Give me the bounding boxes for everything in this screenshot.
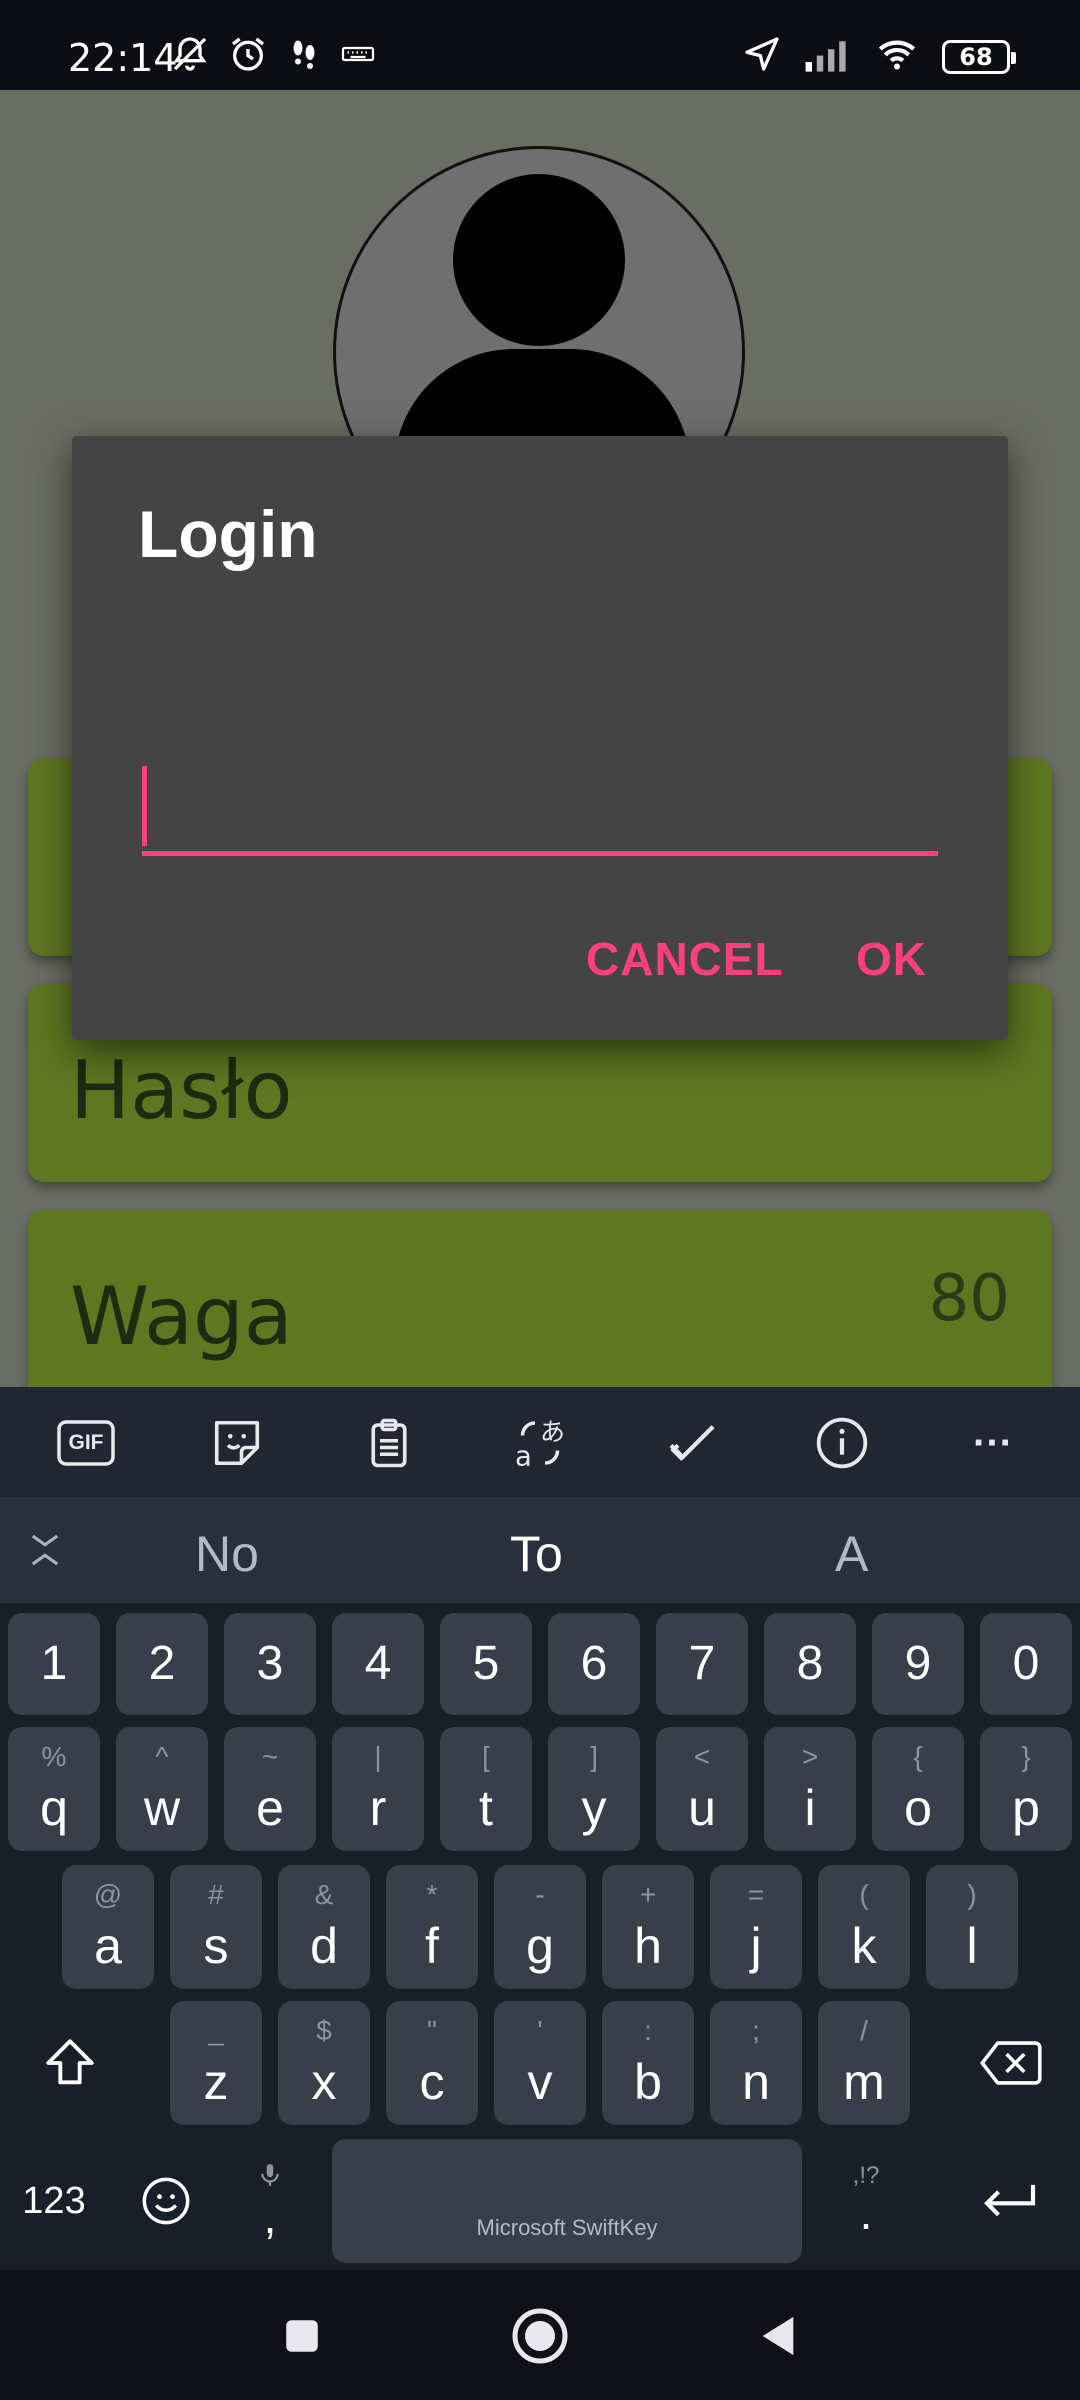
keyboard: GIF aあ ··· No To A 1 2 3 4 5 6 7 8 9 0 %… (0, 1387, 1080, 2270)
key-0[interactable]: 0 (980, 1613, 1072, 1715)
login-dialog: Login CANCEL OK (72, 436, 1008, 1040)
location-icon (742, 34, 782, 79)
key-y[interactable]: ] y (548, 1727, 640, 1851)
footsteps-icon (286, 34, 322, 79)
weight-value: 80 (928, 1262, 1010, 1336)
key-1[interactable]: 1 (8, 1613, 100, 1715)
recents-icon[interactable] (272, 2306, 332, 2366)
svg-text:a: a (515, 1441, 532, 1473)
emoji-icon[interactable] (126, 2139, 206, 2263)
key-4[interactable]: 4 (332, 1613, 424, 1715)
weight-label: Waga (70, 1270, 293, 1363)
key-o[interactable]: {o (872, 1727, 964, 1851)
key-a[interactable]: @ a (62, 1865, 154, 1989)
keyboard-icon (340, 34, 376, 79)
key-g[interactable]: -g (494, 1865, 586, 1989)
suggestion-3[interactable]: A (835, 1525, 868, 1583)
period-key[interactable]: ,!? . (826, 2139, 906, 2263)
key-h[interactable]: + h (602, 1865, 694, 1989)
comma-key[interactable]: , (230, 2139, 310, 2263)
key-i[interactable]: > i (764, 1727, 856, 1851)
translate-icon[interactable]: aあ (510, 1413, 570, 1473)
space-label: Microsoft SwiftKey (476, 2215, 658, 2240)
key-e[interactable]: ~ e (224, 1727, 316, 1851)
key-2[interactable]: 2 (116, 1613, 208, 1715)
comma-label: , (263, 2190, 277, 2243)
key-f[interactable]: * f (386, 1865, 478, 1989)
key-w[interactable]: ^ w (116, 1727, 208, 1851)
bell-off-icon (170, 34, 210, 79)
shift-icon[interactable] (30, 2001, 110, 2125)
battery-level: 68 (959, 42, 993, 71)
home-icon[interactable] (510, 2306, 570, 2366)
key-n[interactable]: ; n (710, 2001, 802, 2125)
cancel-button[interactable]: CANCEL (586, 932, 784, 986)
key-7[interactable]: 7 (656, 1613, 748, 1715)
keyboard-toolbar: GIF aあ ··· (0, 1387, 1080, 1497)
key-j[interactable]: = j (710, 1865, 802, 1989)
key-l[interactable]: ) l (926, 1865, 1018, 1989)
suggestion-2[interactable]: To (510, 1525, 563, 1583)
more-icon[interactable]: ··· (963, 1413, 1023, 1473)
battery-icon: 68 (942, 39, 1016, 74)
numbers-key[interactable]: 123 (14, 2139, 94, 2263)
key-p[interactable]: } p (980, 1727, 1072, 1851)
key-5[interactable]: 5 (440, 1613, 532, 1715)
enter-icon[interactable] (960, 2139, 1060, 2263)
key-3[interactable]: 3 (224, 1613, 316, 1715)
key-8[interactable]: 8 (764, 1613, 856, 1715)
status-bar: 22:14 68 (0, 0, 1080, 90)
back-icon[interactable] (748, 2306, 808, 2366)
key-6[interactable]: 6 (548, 1613, 640, 1715)
key-d[interactable]: & d (278, 1865, 370, 1989)
clipboard-icon[interactable] (359, 1413, 419, 1473)
key-b[interactable]: :b (602, 2001, 694, 2125)
key-c[interactable]: " c (386, 2001, 478, 2125)
gif-label: GIF (68, 1431, 104, 1454)
navigation-bar (0, 2270, 1080, 2400)
key-v[interactable]: ' v (494, 2001, 586, 2125)
period-label: . (859, 2187, 873, 2239)
key-9[interactable]: 9 (872, 1613, 964, 1715)
collapse-icon[interactable] (24, 1527, 66, 1578)
ok-button[interactable]: OK (856, 932, 927, 986)
status-time: 22:14 (68, 36, 178, 80)
info-icon[interactable] (812, 1413, 872, 1473)
suggestion-1[interactable]: No (195, 1525, 259, 1583)
key-q[interactable]: % q (8, 1727, 100, 1851)
key-s[interactable]: # s (170, 1865, 262, 1989)
password-label: Hasło (70, 1044, 293, 1137)
key-r[interactable]: | r (332, 1727, 424, 1851)
login-input[interactable] (142, 758, 938, 856)
key-u[interactable]: < u (656, 1727, 748, 1851)
weight-card[interactable]: Waga 80 (28, 1210, 1052, 1387)
key-t[interactable]: [t (440, 1727, 532, 1851)
key-m[interactable]: / m (818, 2001, 910, 2125)
key-k[interactable]: (k (818, 1865, 910, 1989)
key-x[interactable]: $ x (278, 2001, 370, 2125)
key-z[interactable]: _ z (170, 2001, 262, 2125)
alarm-icon (228, 34, 268, 79)
gif-icon[interactable]: GIF (56, 1413, 116, 1473)
checkmark-icon[interactable] (662, 1413, 722, 1473)
text-caret (142, 766, 147, 846)
suggestion-bar: No To A (0, 1497, 1080, 1603)
backspace-icon[interactable] (966, 2001, 1056, 2125)
space-key[interactable]: Microsoft SwiftKey (332, 2139, 802, 2263)
svg-text:あ: あ (540, 1418, 565, 1447)
dialog-title: Login (138, 497, 318, 571)
sticker-icon[interactable] (207, 1413, 267, 1473)
wifi-icon (874, 34, 920, 79)
signal-icon (804, 34, 852, 79)
